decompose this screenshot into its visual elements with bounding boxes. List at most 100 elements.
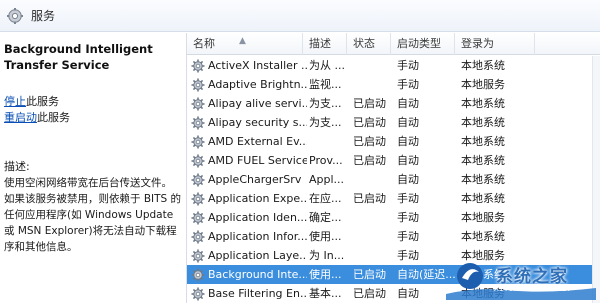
service-logon-as: 本地系统 (461, 59, 505, 72)
service-startup-type: 手动 (397, 230, 419, 243)
service-name-cell: Alipay security s... (191, 113, 307, 132)
service-description: 确定... (309, 211, 342, 224)
service-status: 已启动 (353, 97, 386, 110)
service-logon-as: 本地系统 (461, 173, 505, 186)
service-gear-icon (191, 268, 205, 281)
service-status: 已启动 (353, 287, 386, 300)
service-status: 已启动 (353, 192, 386, 205)
service-startup-type: 自动 (397, 116, 419, 129)
service-status: 已启动 (353, 116, 386, 129)
service-startup-type: 自动 (397, 173, 419, 186)
service-status (353, 208, 395, 227)
table-row[interactable]: Adaptive Brightn... 监视... 手动 本地服务 (187, 75, 600, 94)
service-logon-as: 本地服务 (461, 78, 505, 91)
service-description: 使用... (309, 268, 342, 281)
service-status (353, 227, 395, 246)
service-logon-as: 本地系统 (461, 154, 505, 167)
service-description: 监视... (309, 78, 342, 91)
service-status: 已启动 (353, 154, 386, 167)
restart-service-action: 重启动此服务 (4, 110, 182, 126)
service-name: Application Expe... (208, 192, 307, 205)
service-logon-as: 本地服务 (461, 211, 505, 224)
restart-service-suffix: 此服务 (37, 111, 70, 124)
service-name-cell: Application Expe... (191, 189, 307, 208)
service-startup-type: 自动 (397, 154, 419, 167)
service-name-cell: Adaptive Brightn... (191, 75, 307, 94)
service-name: AMD FUEL Service (208, 154, 307, 167)
table-row[interactable]: Alipay alive servi... 为支... 已启动 自动 本地系统 (187, 94, 600, 113)
service-name-cell: AMD FUEL Service (191, 151, 307, 170)
service-name: Application Laye... (208, 249, 307, 262)
service-name: Background Inte... (208, 268, 307, 281)
table-row[interactable]: Alipay security s... 为支... 已启动 自动 本地系统 (187, 113, 600, 132)
service-name-cell: ActiveX Installer ... (191, 56, 307, 75)
stop-service-link[interactable]: 停止 (4, 95, 26, 108)
column-header-status[interactable]: 状态 (347, 33, 391, 55)
service-gear-icon (191, 135, 205, 148)
service-name: ActiveX Installer ... (208, 59, 307, 72)
service-description: 基本... (309, 287, 342, 300)
stop-service-suffix: 此服务 (26, 95, 59, 108)
service-startup-type: 自动 (397, 135, 419, 148)
watermark-logo: 系统之家 XITONGZHIJIA.NET (446, 260, 598, 300)
description-text: 使用空闲网络带宽在后台传送文件。如果该服务被禁用，则依赖于 BITS 的任何应用… (4, 177, 182, 253)
service-name: Alipay alive servi... (208, 97, 307, 110)
services-gear-icon (7, 7, 23, 24)
service-details-pane: Background Intelligent Transfer Service … (0, 33, 186, 303)
table-row[interactable]: AMD External Ev... 已启动 自动 本地系统 (187, 132, 600, 151)
service-name-cell: Application Laye... (191, 246, 307, 265)
service-description: 为从 ... (309, 59, 345, 72)
table-row[interactable]: AMD FUEL Service Prov... 已启动 自动 本地系统 (187, 151, 600, 170)
service-name-cell: AMD External Ev... (191, 132, 307, 151)
service-logon-as: 本地系统 (461, 135, 505, 148)
service-status (353, 75, 395, 94)
service-gear-icon (191, 116, 205, 129)
column-startup-label: 启动类型 (397, 37, 441, 50)
column-header-name[interactable]: 名称 ▲ (187, 33, 303, 55)
service-gear-icon (191, 230, 205, 243)
service-status (353, 56, 395, 75)
service-startup-type: 手动 (397, 192, 419, 205)
title-bar: 服务 (0, 0, 600, 32)
service-startup-type: 自动 (397, 97, 419, 110)
service-name: Application Infor... (208, 230, 307, 243)
service-description (309, 132, 347, 151)
service-name-cell: Alipay alive servi... (191, 94, 307, 113)
service-description: Appl... (309, 173, 345, 186)
service-status (353, 246, 395, 265)
list-header: 名称 ▲ 描述 状态 启动类型 登录为 (187, 33, 600, 55)
service-status: 已启动 (353, 135, 386, 148)
column-name-label: 名称 (193, 37, 215, 50)
service-gear-icon (191, 211, 205, 224)
column-header-description[interactable]: 描述 (303, 33, 347, 55)
service-actions: 停止此服务 重启动此服务 (4, 94, 182, 126)
service-name-cell: Application Infor... (191, 227, 307, 246)
stop-service-action: 停止此服务 (4, 94, 182, 110)
service-gear-icon (191, 59, 205, 72)
service-logon-as: 本地系统 (461, 97, 505, 110)
service-logon-as: 本地系统 (461, 192, 505, 205)
service-description: 在应... (309, 192, 342, 205)
service-gear-icon (191, 287, 205, 300)
service-description: 为支... (309, 97, 342, 110)
service-startup-type: 手动 (397, 78, 419, 91)
service-logon-as: 本地系统 (461, 116, 505, 129)
column-header-startup-type[interactable]: 启动类型 (391, 33, 455, 55)
column-description-label: 描述 (309, 37, 331, 50)
table-row[interactable]: AppleChargerSrv Appl... 自动 本地系统 (187, 170, 600, 189)
description-label: 描述: (4, 160, 30, 173)
restart-service-link[interactable]: 重启动 (4, 111, 37, 124)
table-row[interactable]: Application Iden... 确定... 手动 本地服务 (187, 208, 600, 227)
table-row[interactable]: Application Expe... 在应... 已启动 手动 本地系统 (187, 189, 600, 208)
service-description: 使用... (309, 230, 342, 243)
column-header-logon-as[interactable]: 登录为 (455, 33, 535, 55)
service-name-cell: AppleChargerSrv (191, 170, 307, 189)
table-row[interactable]: ActiveX Installer ... 为从 ... 手动 本地系统 (187, 56, 600, 75)
service-status: 已启动 (353, 268, 386, 281)
service-name-cell: Background Inte... (191, 265, 307, 284)
service-gear-icon (191, 249, 205, 262)
service-description: 为 In... (309, 249, 345, 262)
table-row[interactable]: Application Infor... 使用... 手动 本地系统 (187, 227, 600, 246)
service-name-cell: Base Filtering En... (191, 284, 307, 303)
service-name: Base Filtering En... (208, 287, 307, 300)
